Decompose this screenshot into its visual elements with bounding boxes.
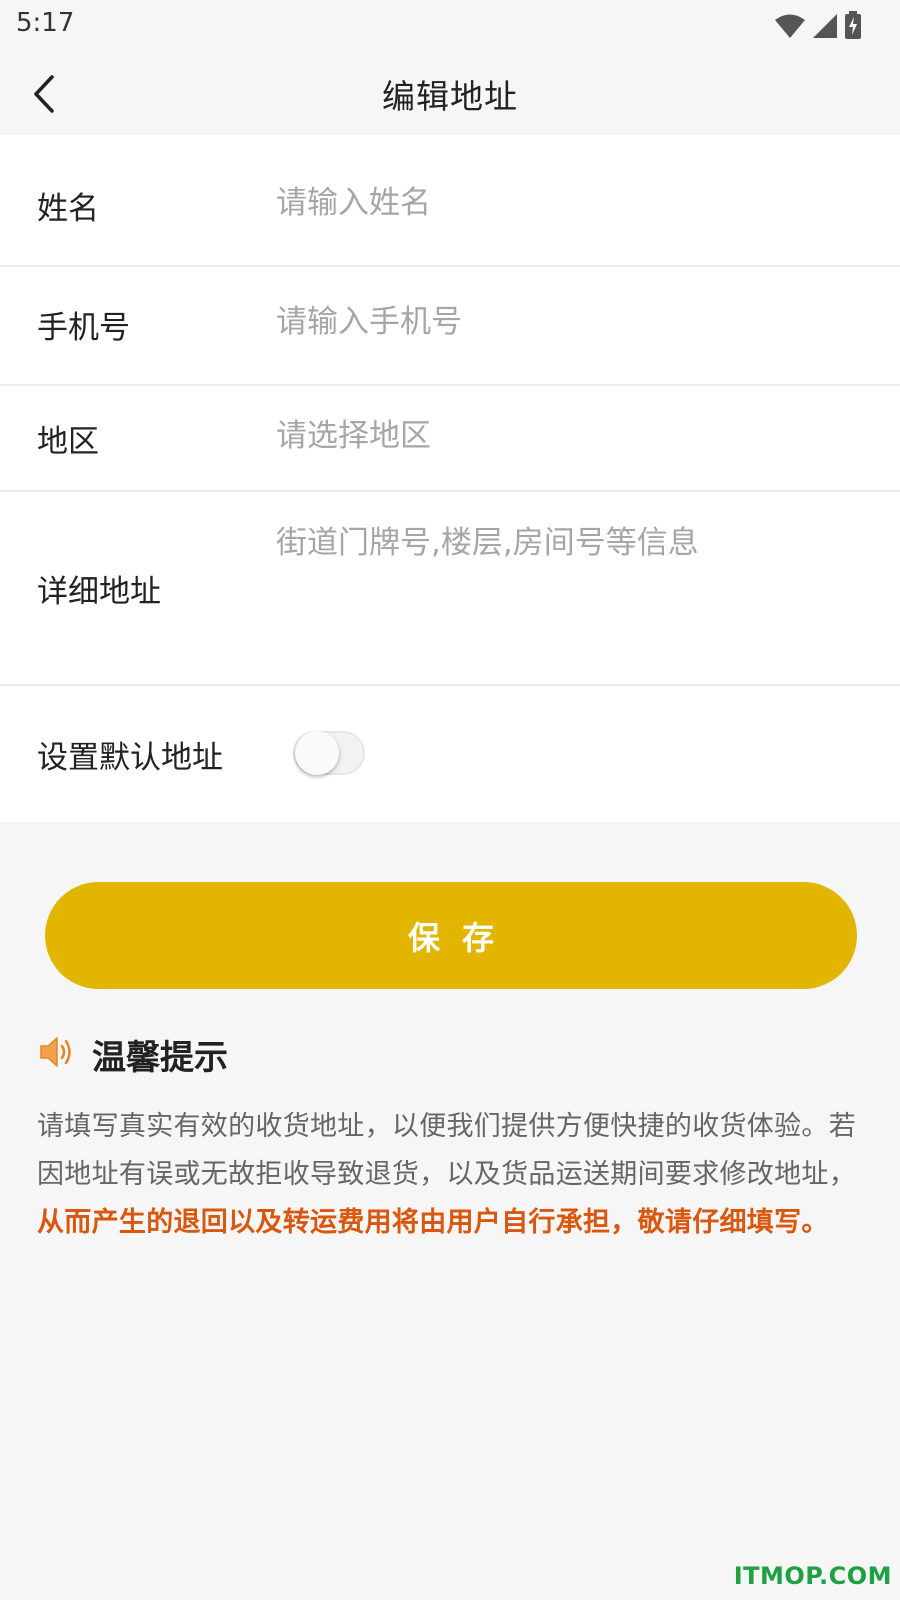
save-button[interactable]: 保存 bbox=[45, 882, 857, 989]
status-icons bbox=[774, 9, 862, 39]
region-select[interactable] bbox=[276, 415, 866, 457]
region-row[interactable]: 地区 bbox=[0, 386, 900, 492]
tips-title: 温馨提示 bbox=[92, 1038, 228, 1078]
address-textarea[interactable] bbox=[276, 522, 866, 642]
edit-address-page: 5:17 编辑地址 姓名 请输入姓名 手机号 请输入手机号 地区 请选择地区 详… bbox=[0, 0, 900, 1600]
phone-row: 手机号 bbox=[0, 267, 900, 386]
name-label: 姓名 bbox=[37, 191, 99, 227]
default-address-toggle[interactable] bbox=[293, 731, 365, 775]
tips-warning: 从而产生的退回以及转运费用将由用户自行承担，敬请仔细填写。 bbox=[37, 1207, 829, 1238]
toggle-knob bbox=[295, 731, 339, 775]
wifi-icon bbox=[775, 14, 805, 38]
default-address-row: 设置默认地址 bbox=[0, 686, 900, 822]
status-bar: 5:17 bbox=[0, 0, 900, 52]
tips-body: 请填写真实有效的收货地址，以便我们提供方便快捷的收货体验。若因地址有误或无故拒收… bbox=[37, 1103, 857, 1247]
battery-charging-icon bbox=[845, 11, 861, 39]
signal-icon bbox=[813, 14, 837, 38]
name-row: 姓名 bbox=[0, 135, 900, 267]
speaker-icon bbox=[40, 1037, 71, 1067]
address-form: 姓名 手机号 地区 详细地址 设置默认地址 bbox=[0, 135, 900, 822]
nav-bar: 编辑地址 bbox=[0, 52, 900, 135]
status-time: 5:17 bbox=[16, 8, 75, 38]
watermark-logo: ITMOP.COM bbox=[733, 1562, 892, 1590]
phone-label: 手机号 bbox=[37, 310, 130, 346]
phone-input[interactable] bbox=[276, 301, 866, 343]
tips-text: 请填写真实有效的收货地址，以便我们提供方便快捷的收货体验。若因地址有误或无故拒收… bbox=[37, 1111, 856, 1190]
region-label: 地区 bbox=[37, 424, 99, 460]
default-address-label: 设置默认地址 bbox=[37, 740, 223, 776]
address-row: 详细地址 bbox=[0, 492, 900, 686]
address-label: 详细地址 bbox=[37, 574, 161, 610]
page-title: 编辑地址 bbox=[382, 77, 518, 116]
name-input[interactable] bbox=[276, 182, 866, 224]
